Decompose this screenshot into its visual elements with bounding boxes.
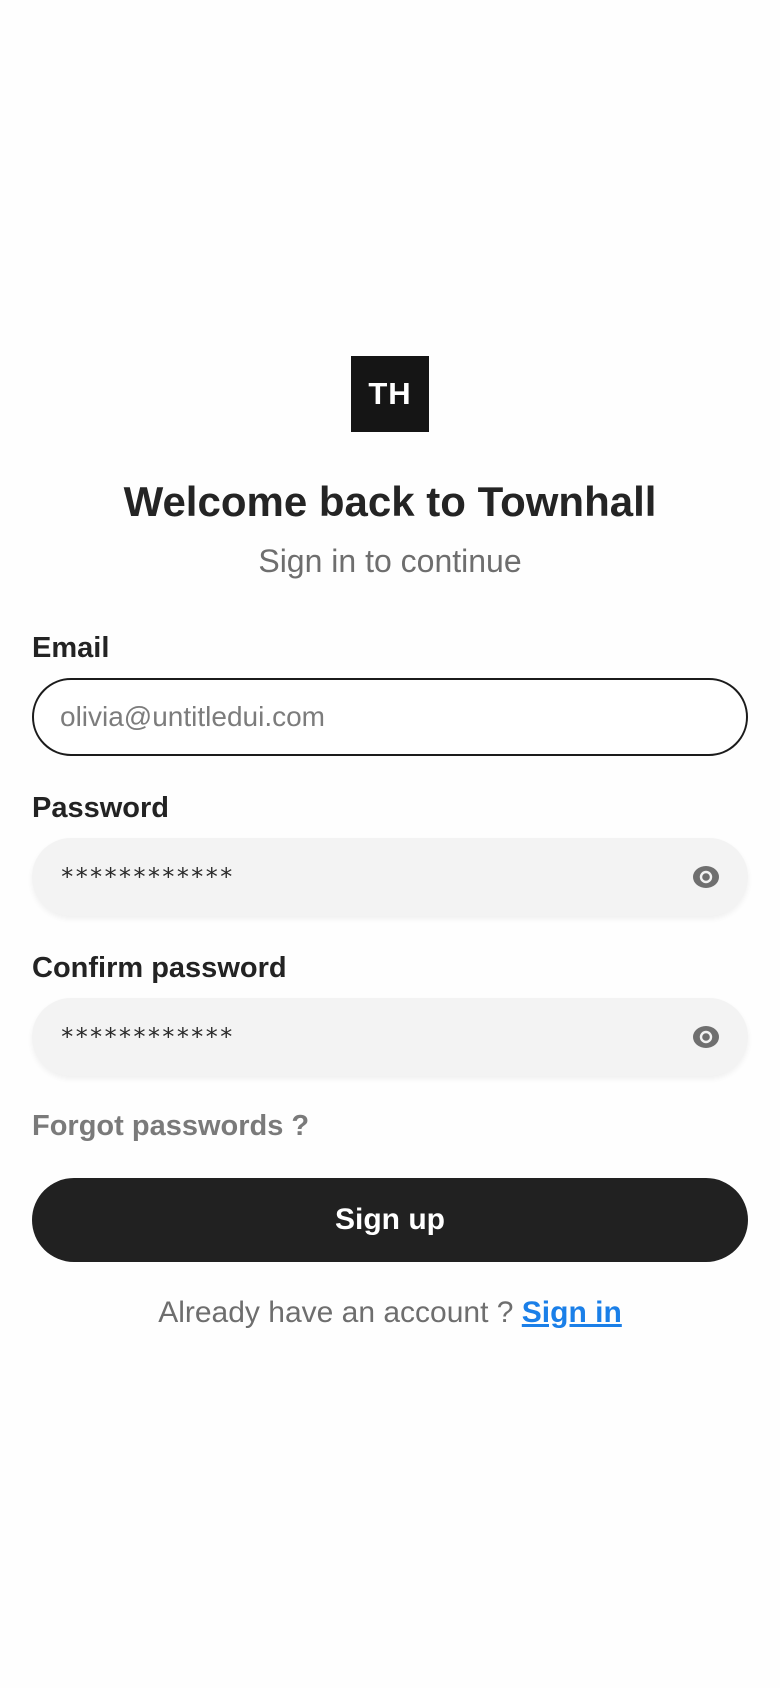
password-masked-value[interactable]: ************ [60,838,233,916]
email-label: Email [32,632,110,664]
eye-icon[interactable] [692,1025,720,1049]
footer-prompt-text: Already have an account ? [158,1296,514,1329]
eye-icon[interactable] [692,865,720,889]
sign-up-button[interactable]: Sign up [32,1178,748,1262]
confirm-password-label: Confirm password [32,952,287,984]
page-subtitle: Sign in to continue [258,543,522,579]
page-title: Welcome back to Townhall [123,478,657,525]
confirm-password-field[interactable]: ************ [32,998,748,1076]
password-label: Password [32,792,169,824]
email-field[interactable] [32,678,748,756]
footer-signin-prompt: Already have an account ? Sign in [0,1296,780,1330]
confirm-password-masked-value[interactable]: ************ [60,998,233,1076]
email-input[interactable] [60,680,680,754]
password-field[interactable]: ************ [32,838,748,916]
forgot-password-link[interactable]: Forgot passwords ? [32,1110,309,1143]
townhall-logo: TH [351,356,429,432]
signup-screen: TH Welcome back to Townhall Sign in to c… [0,0,780,1688]
sign-in-link[interactable]: Sign in [522,1296,622,1329]
